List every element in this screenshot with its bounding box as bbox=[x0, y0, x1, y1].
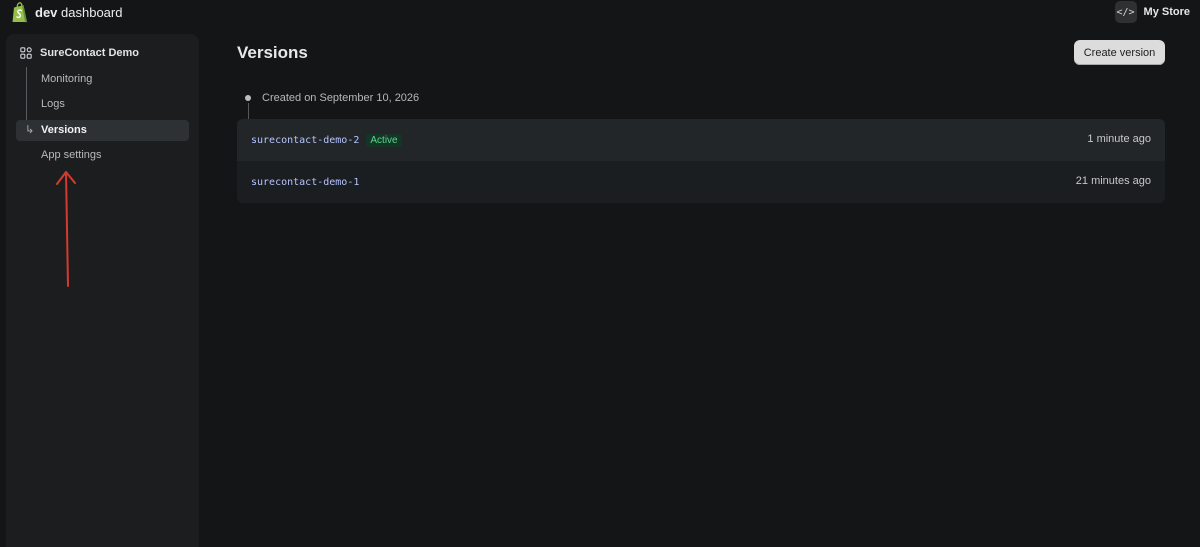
created-date: Created on September 10, 2026 bbox=[262, 92, 420, 104]
brand-text-rest: dashboard bbox=[61, 5, 123, 20]
brand-text: dev dashboard bbox=[35, 5, 122, 20]
sidebar: SureContact Demo Monitoring Logs ↳ Versi… bbox=[6, 34, 199, 547]
version-name[interactable]: surecontact-demo-1 bbox=[251, 177, 359, 188]
store-name[interactable]: My Store bbox=[1144, 6, 1190, 18]
apps-grid-icon bbox=[20, 47, 32, 59]
shopify-logo-icon bbox=[12, 2, 27, 23]
tree-branch-arrow-icon: ↳ bbox=[25, 124, 35, 136]
timeline-line bbox=[248, 103, 249, 119]
sidebar-item-app-settings[interactable]: App settings bbox=[16, 145, 189, 166]
app-header[interactable]: SureContact Demo bbox=[20, 47, 139, 59]
sidebar-item-monitoring[interactable]: Monitoring bbox=[16, 69, 189, 90]
page-title: Versions bbox=[237, 43, 308, 62]
version-time: 1 minute ago bbox=[1087, 133, 1151, 145]
top-bar: dev dashboard </> My Store bbox=[0, 0, 1200, 26]
sidebar-item-label: Versions bbox=[41, 124, 87, 136]
version-name[interactable]: surecontact-demo-2 bbox=[251, 135, 359, 146]
status-badge: Active bbox=[366, 133, 402, 147]
annotation-arrow-icon bbox=[56, 171, 76, 287]
timeline-dot-icon bbox=[245, 95, 251, 101]
code-icon[interactable]: </> bbox=[1114, 1, 1137, 23]
versions-list: surecontact-demo-2 Active 1 minute ago s… bbox=[237, 119, 1165, 203]
sidebar-item-versions[interactable]: ↳ Versions bbox=[16, 120, 189, 141]
create-version-button[interactable]: Create version bbox=[1074, 40, 1165, 65]
version-row[interactable]: surecontact-demo-2 Active 1 minute ago bbox=[237, 119, 1165, 161]
app-name: SureContact Demo bbox=[40, 47, 140, 59]
version-row[interactable]: surecontact-demo-1 21 minutes ago bbox=[237, 161, 1165, 203]
code-icon-glyph: </> bbox=[1116, 6, 1135, 18]
created-timeline: Created on September 10, 2026 bbox=[245, 92, 419, 104]
store-switcher[interactable]: </> My Store bbox=[1114, 1, 1190, 23]
version-time: 21 minutes ago bbox=[1075, 175, 1151, 187]
brand-text-bold: dev bbox=[35, 5, 58, 20]
brand[interactable]: dev dashboard bbox=[11, 2, 122, 23]
sidebar-item-logs[interactable]: Logs bbox=[16, 94, 189, 115]
